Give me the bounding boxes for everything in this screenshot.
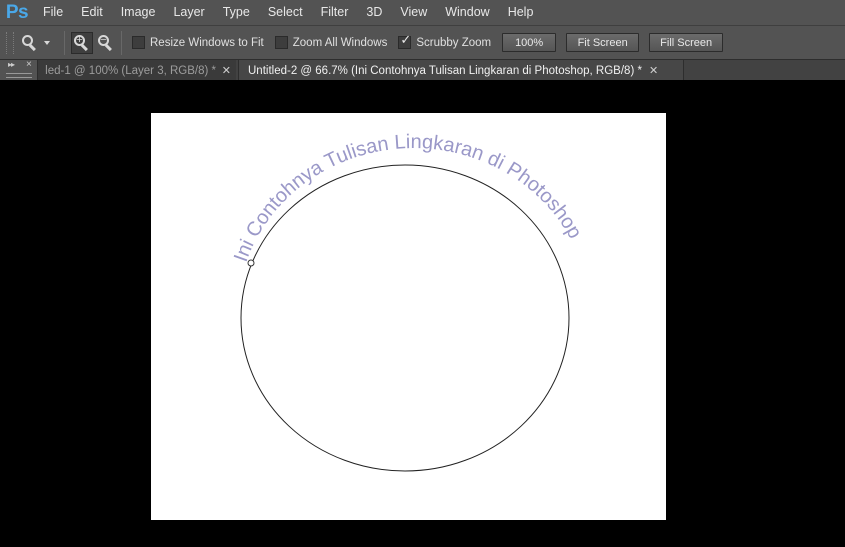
menu-window[interactable]: Window	[436, 0, 498, 25]
magnifier-icon	[22, 34, 38, 51]
tab-title: Untitled-2 @ 66.7% (Ini Contohnya Tulisa…	[248, 64, 642, 77]
menu-filter[interactable]: Filter	[312, 0, 358, 25]
path-text: Ini Contohnya Tulisan Lingkaran di Photo…	[230, 131, 586, 265]
scrubby-zoom-label: Scrubby Zoom	[416, 36, 492, 49]
resize-windows-checkbox[interactable]: Resize Windows to Fit	[132, 36, 264, 49]
close-icon[interactable]: ×	[26, 59, 32, 70]
menu-edit[interactable]: Edit	[72, 0, 112, 25]
photoshop-logo: Ps	[5, 1, 29, 23]
chevron-down-icon	[44, 40, 50, 45]
zoom-all-windows-label: Zoom All Windows	[292, 36, 388, 49]
document-canvas[interactable]: Ini Contohnya Tulisan Lingkaran di Photo…	[151, 113, 666, 520]
close-icon[interactable]: ✕	[222, 64, 231, 77]
fill-screen-button[interactable]: Fill Screen	[649, 33, 724, 52]
menu-help[interactable]: Help	[499, 0, 543, 25]
zoom-out-icon: −	[98, 34, 114, 51]
resize-windows-box[interactable]	[132, 36, 145, 49]
zoom-in-icon: +	[74, 34, 90, 51]
separator	[64, 30, 65, 55]
panel-grip	[6, 73, 32, 78]
scrubby-zoom-checkbox[interactable]: Scrubby Zoom	[398, 33, 492, 49]
separator	[121, 30, 122, 55]
expand-panels-icon[interactable]: ▸▸	[8, 60, 15, 69]
close-icon[interactable]: ✕	[649, 64, 658, 77]
type-on-path-text[interactable]: Ini Contohnya Tulisan Lingkaran di Photo…	[230, 131, 586, 265]
scrubby-zoom-box[interactable]	[398, 33, 412, 49]
document-tab-bar: ▸▸ × led-1 @ 100% (Layer 3, RGB/8) * ✕ U…	[0, 59, 845, 81]
zoom-out-button[interactable]: −	[95, 32, 117, 54]
menu-image[interactable]: Image	[112, 0, 165, 25]
menu-file[interactable]: File	[34, 0, 72, 25]
options-bar: + − Resize Windows to Fit Zoom All Windo…	[0, 25, 845, 59]
canvas-area[interactable]: Ini Contohnya Tulisan Lingkaran di Photo…	[0, 80, 845, 547]
collapsed-panel[interactable]: ▸▸ ×	[0, 59, 38, 81]
tab-untitled-2[interactable]: Untitled-2 @ 66.7% (Ini Contohnya Tulisa…	[238, 60, 684, 81]
menu-3d[interactable]: 3D	[357, 0, 391, 25]
fit-screen-button[interactable]: Fit Screen	[566, 33, 640, 52]
zoom-all-windows-checkbox[interactable]: Zoom All Windows	[274, 36, 388, 49]
menu-select[interactable]: Select	[259, 0, 312, 25]
menu-bar: Ps File Edit Image Layer Type Select Fil…	[0, 0, 845, 25]
tab-untitled-1[interactable]: led-1 @ 100% (Layer 3, RGB/8) * ✕	[38, 60, 236, 81]
resize-windows-label: Resize Windows to Fit	[150, 36, 264, 49]
zoom-all-windows-box[interactable]	[274, 36, 288, 49]
actual-pixels-button[interactable]: 100%	[502, 33, 557, 52]
menu-view[interactable]: View	[391, 0, 436, 25]
tool-preset-picker[interactable]	[22, 31, 58, 55]
options-bar-grip[interactable]	[6, 31, 14, 54]
menu-type[interactable]: Type	[214, 0, 259, 25]
menu-layer[interactable]: Layer	[164, 0, 213, 25]
document-artwork: Ini Contohnya Tulisan Lingkaran di Photo…	[230, 131, 586, 472]
tab-title: led-1 @ 100% (Layer 3, RGB/8) *	[45, 64, 216, 77]
ellipse-path[interactable]	[240, 164, 570, 472]
zoom-in-button[interactable]: +	[71, 31, 93, 54]
